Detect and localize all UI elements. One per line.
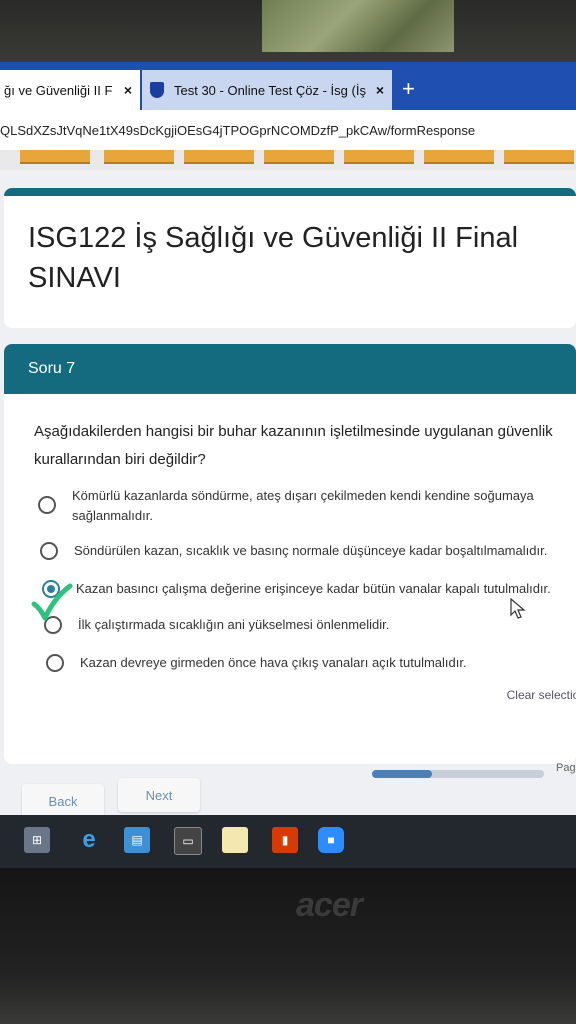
option-2[interactable]: Söndürülen kazan, sıcaklık ve basınç nor… xyxy=(40,542,547,560)
option-4[interactable]: İlk çalıştırmada sıcaklığın ani yükselme… xyxy=(44,616,389,634)
option-label: Kazan basıncı çalışma değerine erişincey… xyxy=(76,581,551,596)
form-page: ISG122 İş Sağlığı ve Güvenliği II Final … xyxy=(0,174,576,868)
close-icon[interactable]: × xyxy=(376,82,384,98)
screen: ğı ve Güvenliği II F × Test 30 - Online … xyxy=(0,62,576,868)
address-bar[interactable]: QLSdXZsJtVqNe1tX49sDcKgjiOEsG4jTPOGprNCO… xyxy=(0,110,576,151)
windows-icon[interactable]: ⊞ xyxy=(24,827,50,853)
new-tab-button[interactable]: + xyxy=(402,76,415,102)
laptop-bezel-bottom: acer xyxy=(0,868,576,1024)
tab-label: Test 30 - Online Test Çöz - İsg (İş xyxy=(174,82,366,98)
option-label: Kazan devreye girmeden önce hava çıkış v… xyxy=(80,655,467,670)
option-5[interactable]: Kazan devreye girmeden önce hava çıkış v… xyxy=(46,654,467,672)
form-title: ISG122 İş Sağlığı ve Güvenliği II Final … xyxy=(28,222,519,294)
office-icon[interactable]: ▮ xyxy=(272,827,298,853)
browser-tab-form[interactable]: ğı ve Güvenliği II F × xyxy=(0,70,140,110)
question-text: Aşağıdakilerden hangisi bir buhar kazanı… xyxy=(34,423,553,468)
page-indicator: Page xyxy=(556,762,576,774)
laptop-bezel-top xyxy=(0,0,576,62)
form-title-card: ISG122 İş Sağlığı ve Güvenliği II Final … xyxy=(4,188,576,328)
laptop-brand-logo: acer xyxy=(296,886,363,924)
option-label: İlk çalıştırmada sıcaklığın ani yükselme… xyxy=(78,617,390,632)
zoom-icon[interactable]: ■ xyxy=(318,827,344,853)
video-thumbnail xyxy=(262,0,454,52)
progress-bar xyxy=(372,770,544,778)
progress-fill xyxy=(372,770,433,778)
mouse-cursor-icon xyxy=(510,598,526,619)
tab-label: ğı ve Güvenliği II F xyxy=(4,82,113,98)
clear-selection-link[interactable]: Clear selection xyxy=(507,688,576,702)
header-banner xyxy=(0,150,576,170)
tab-bar: ğı ve Güvenliği II F × Test 30 - Online … xyxy=(0,62,576,110)
option-3[interactable]: Kazan basıncı çalışma değerine erişincey… xyxy=(42,580,551,598)
file-explorer-icon[interactable]: ▭ xyxy=(174,827,202,855)
shield-icon xyxy=(150,82,164,98)
next-button[interactable]: Next xyxy=(118,778,200,812)
green-check-mark-icon xyxy=(31,583,73,621)
url-text: QLSdXZsJtVqNe1tX49sDcKgjiOEsG4jTPOGprNCO… xyxy=(0,122,476,138)
radio-button[interactable] xyxy=(40,542,58,560)
taskbar: ⊞ e ▤ ▭ ▮ ■ xyxy=(0,815,576,868)
internet-explorer-icon[interactable]: e xyxy=(76,826,102,853)
option-1[interactable]: Kömürlü kazanlarda söndürme, ateş dışarı… xyxy=(38,486,534,526)
back-button[interactable]: Back xyxy=(22,784,104,818)
section-header: Soru 7 xyxy=(4,344,576,394)
radio-button[interactable] xyxy=(38,496,56,514)
question-card: Soru 7 Aşağıdakilerden hangisi bir buhar… xyxy=(4,344,576,764)
close-icon[interactable]: × xyxy=(124,82,132,98)
option-label: Söndürülen kazan, sıcaklık ve basınç nor… xyxy=(74,543,548,558)
radio-button[interactable] xyxy=(46,654,64,672)
browser-tab-test[interactable]: Test 30 - Online Test Çöz - İsg (İş × xyxy=(142,70,392,110)
option-label: Kömürlü kazanlarda söndürme, ateş dışarı… xyxy=(72,488,534,523)
store-icon[interactable]: ▤ xyxy=(124,827,150,853)
photos-icon[interactable] xyxy=(222,827,248,853)
